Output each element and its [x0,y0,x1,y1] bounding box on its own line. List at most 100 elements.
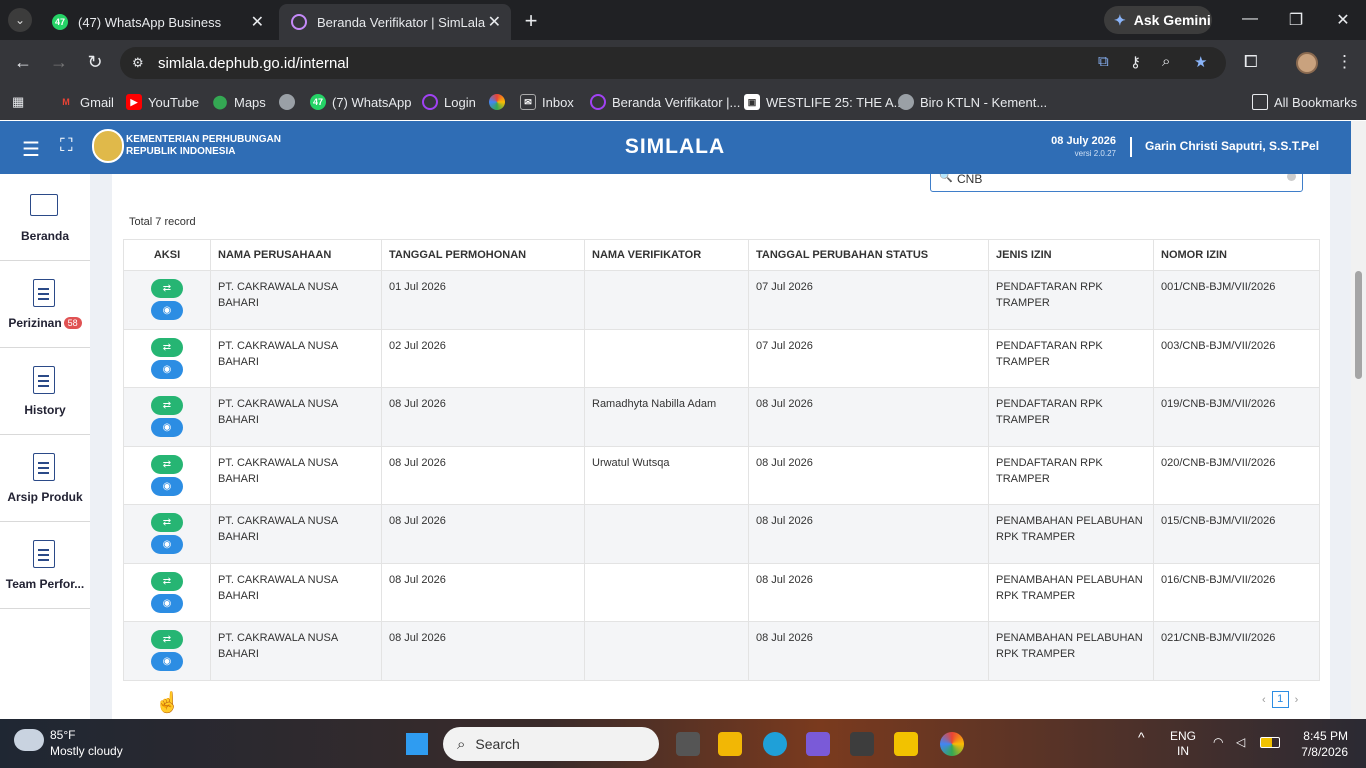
wifi-icon[interactable]: ◠ [1213,735,1223,749]
transfer-button[interactable]: ⇄ [151,337,183,357]
task-view-icon[interactable] [676,732,700,756]
weather-temp[interactable]: 85°F [50,728,75,742]
action-cell: ⇄ ◉ [123,504,211,564]
bookmark-gmail[interactable]: M Gmail [58,94,114,110]
col-tanggal-perubahan-status[interactable]: TANGGAL PERUBAHAN STATUS [748,239,989,271]
sidebar-item-arsip-produk[interactable]: Arsip Produk [0,435,90,522]
zoom-icon[interactable]: ⌕ [1162,53,1170,70]
restore-icon[interactable]: ❐ [1286,10,1306,30]
sidebar-item-team-performance[interactable]: Team Perfor... [0,522,90,609]
bookmark-globe[interactable] [279,94,301,110]
windows-taskbar: 85°F Mostly cloudy ⌕ Search ^ ENG IN ◠ ◁ 8… [0,719,1366,768]
view-eye-button[interactable]: ◉ [151,359,183,379]
search-value[interactable]: CNB [957,174,982,186]
view-eye-button[interactable]: ◉ [151,301,183,320]
prev-page-icon[interactable]: ‹ [1262,694,1266,706]
bookmark-star-icon[interactable]: ★ [1194,53,1207,71]
hamburger-menu-icon[interactable]: ☰ [22,137,40,162]
transfer-button[interactable]: ⇄ [151,513,183,532]
apps-grid-icon[interactable]: ▦ [12,94,24,110]
cell-jenis-izin: PENDAFTARAN RPK TRAMPER [988,445,1154,505]
bookmark-label: Beranda Verifikator |... [612,94,741,110]
menu-dots-icon[interactable]: ⋮ [1336,52,1353,72]
col-jenis-izin[interactable]: JENIS IZIN [988,239,1154,271]
col-nama-perusahaan[interactable]: NAMA PERUSAHAAN [210,239,382,271]
ask-gemini-button[interactable]: ✦ Ask Gemini [1104,6,1212,34]
col-tanggal-permohonan[interactable]: TANGGAL PERMOHONAN [381,239,585,271]
address-bar[interactable]: ⚙ simlala.dephub.go.id/internal ⧉ ⚷ ⌕ ★ [120,47,1226,79]
login-icon [422,94,438,110]
view-eye-button[interactable]: ◉ [151,593,183,613]
install-app-icon[interactable]: ⧉ [1098,53,1109,70]
url-text[interactable]: simlala.dephub.go.id/internal [158,55,349,72]
transfer-button[interactable]: ⇄ [151,571,183,591]
bookmark-westlife[interactable]: ▣ WESTLIFE 25: THE A... [744,94,904,110]
tab-whatsapp[interactable]: 47 (47) WhatsApp Business ✕ [40,4,274,40]
clock[interactable]: 8:45 PM 7/8/2026 [1286,728,1348,760]
battery-icon[interactable] [1260,737,1280,748]
view-eye-button[interactable]: ◉ [151,535,183,554]
sticky-notes-icon[interactable] [894,732,918,756]
password-key-icon[interactable]: ⚷ [1130,53,1141,71]
clear-search-icon[interactable] [1287,174,1296,181]
view-eye-button[interactable]: ◉ [151,476,183,496]
close-tab-icon[interactable]: ✕ [251,12,264,32]
bookmark-beranda[interactable]: Beranda Verifikator |... [590,94,740,110]
reload-icon[interactable]: ↻ [84,52,106,73]
fullscreen-icon[interactable]: ⛶ [60,135,73,156]
sidebar-item-perizinan[interactable]: Perizinan 58 [0,261,90,348]
transfer-button[interactable]: ⇄ [151,279,183,298]
bookmark-youtube[interactable]: ▶ YouTube [126,94,199,110]
search-input[interactable]: 🔍 CNB [930,174,1303,192]
profile-avatar[interactable] [1296,52,1318,74]
bookmark-login[interactable]: Login [422,94,476,110]
minimize-icon[interactable]: — [1240,10,1260,28]
volume-icon[interactable]: ◁ [1236,735,1245,749]
window-close-icon[interactable]: ✕ [1333,10,1353,30]
site-info-icon[interactable]: ⚙ [132,55,152,71]
view-eye-button[interactable]: ◉ [151,652,183,671]
bookmark-pinwheel[interactable] [489,94,511,110]
bookmark-maps[interactable]: ⬤ Maps [212,94,266,110]
app-icon[interactable] [806,732,830,756]
forward-arrow-icon[interactable]: → [48,52,70,73]
col-nama-verifikator[interactable]: NAMA VERIFIKATOR [584,239,749,271]
close-tab-icon[interactable]: ✕ [488,12,501,32]
bookmark-biro-ktln[interactable]: Biro KTLN - Kement... [898,94,1047,110]
user-name[interactable]: Garin Christi Saputri, S.S.T.Pel [1145,139,1319,153]
back-arrow-icon[interactable]: ← [12,52,34,73]
extensions-puzzle-icon[interactable]: ⧠ [1244,52,1258,72]
pagination: ‹ 1 › [1262,691,1298,708]
camera-icon[interactable] [850,732,874,756]
globe-icon [279,94,295,110]
taskbar-search[interactable]: ⌕ Search [443,727,659,761]
tab-simlala[interactable]: Beranda Verifikator | SimLala ✕ [279,4,511,40]
lang-line-1: ENG [1170,729,1197,743]
page-number[interactable]: 1 [1271,691,1289,708]
sidebar-item-history[interactable]: History [0,348,90,435]
file-explorer-icon[interactable] [718,732,742,756]
maps-icon: ⬤ [212,94,228,109]
page-scrollbar[interactable] [1351,121,1366,719]
view-eye-button[interactable]: ◉ [151,418,183,437]
show-hidden-icons-chevron-icon[interactable]: ^ [1138,729,1145,745]
col-nomor-izin[interactable]: NOMOR IZIN [1153,239,1320,271]
transfer-button[interactable]: ⇄ [151,396,183,415]
windows-start-icon[interactable] [406,733,428,755]
scrollbar-thumb[interactable] [1355,271,1362,379]
bookmark-inbox[interactable]: ✉ Inbox [520,94,574,110]
weather-desc[interactable]: Mostly cloudy [50,744,123,758]
chrome-icon[interactable] [940,732,964,756]
transfer-button[interactable]: ⇄ [151,630,183,649]
all-bookmarks[interactable]: All Bookmarks [1252,94,1357,110]
tab-search-chevron-icon[interactable]: ⌄ [8,8,32,32]
new-tab-plus-icon[interactable]: + [520,8,542,34]
lang-line-2: IN [1177,744,1189,758]
bookmark-whatsapp[interactable]: 47 (7) WhatsApp [310,94,411,110]
sidebar-item-beranda[interactable]: Beranda [0,174,90,261]
cloud-weather-icon[interactable] [14,729,44,751]
language-indicator[interactable]: ENG IN [1170,729,1196,759]
next-page-icon[interactable]: › [1295,694,1299,706]
transfer-button[interactable]: ⇄ [151,454,183,474]
edge-icon[interactable] [763,732,787,756]
